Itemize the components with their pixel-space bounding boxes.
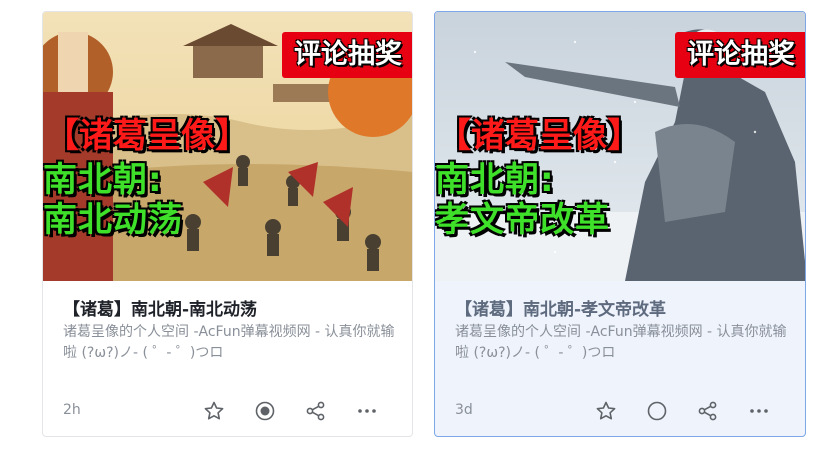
card-title[interactable]: 【诸葛】南北朝-孝文帝改革 bbox=[455, 295, 666, 320]
bookmark-card[interactable]: 评论抽奖 【诸葛呈像】 南北朝: 南北动荡 【诸葛】南北朝-南北动荡 诸葛呈像的… bbox=[42, 11, 413, 437]
thumbnail[interactable]: 评论抽奖 【诸葛呈像】 南北朝: 南北动荡 bbox=[43, 12, 412, 281]
promo-banner: 评论抽奖 bbox=[675, 32, 805, 78]
timestamp: 3d bbox=[455, 402, 473, 418]
bookmark-card-highlighted[interactable]: 评论抽奖 【诸葛呈像】 南北朝: 孝文帝改革 【诸葛】南北朝-孝文帝改革 诸葛呈… bbox=[434, 11, 806, 437]
promo-banner: 评论抽奖 bbox=[282, 32, 412, 78]
card-title[interactable]: 【诸葛】南北朝-南北动荡 bbox=[63, 295, 257, 320]
radio-selected-icon[interactable] bbox=[253, 399, 277, 423]
more-icon[interactable] bbox=[747, 399, 771, 423]
more-icon[interactable] bbox=[355, 399, 379, 423]
card-footer: 2h bbox=[43, 397, 412, 425]
star-icon[interactable] bbox=[202, 399, 226, 423]
timestamp: 2h bbox=[63, 402, 81, 418]
radio-icon[interactable] bbox=[645, 399, 669, 423]
thumbnail-caption-line: 南北动荡 bbox=[43, 200, 183, 240]
share-icon[interactable] bbox=[696, 399, 720, 423]
card-description: 诸葛呈像的个人空间 -AcFun弹幕视频网 - 认真你就输啦 (?ω?)ノ- (… bbox=[63, 324, 395, 361]
thumbnail[interactable]: 评论抽奖 【诸葛呈像】 南北朝: 孝文帝改革 bbox=[435, 12, 805, 281]
card-description: 诸葛呈像的个人空间 -AcFun弹幕视频网 - 认真你就输啦 (?ω?)ノ- (… bbox=[455, 324, 787, 361]
thumbnail-headline: 【诸葛呈像】 bbox=[45, 116, 249, 156]
star-icon[interactable] bbox=[594, 399, 618, 423]
share-icon[interactable] bbox=[304, 399, 328, 423]
thumbnail-headline: 【诸葛呈像】 bbox=[437, 116, 641, 156]
thumbnail-caption-line: 孝文帝改革 bbox=[435, 200, 610, 240]
card-footer: 3d bbox=[435, 397, 805, 425]
